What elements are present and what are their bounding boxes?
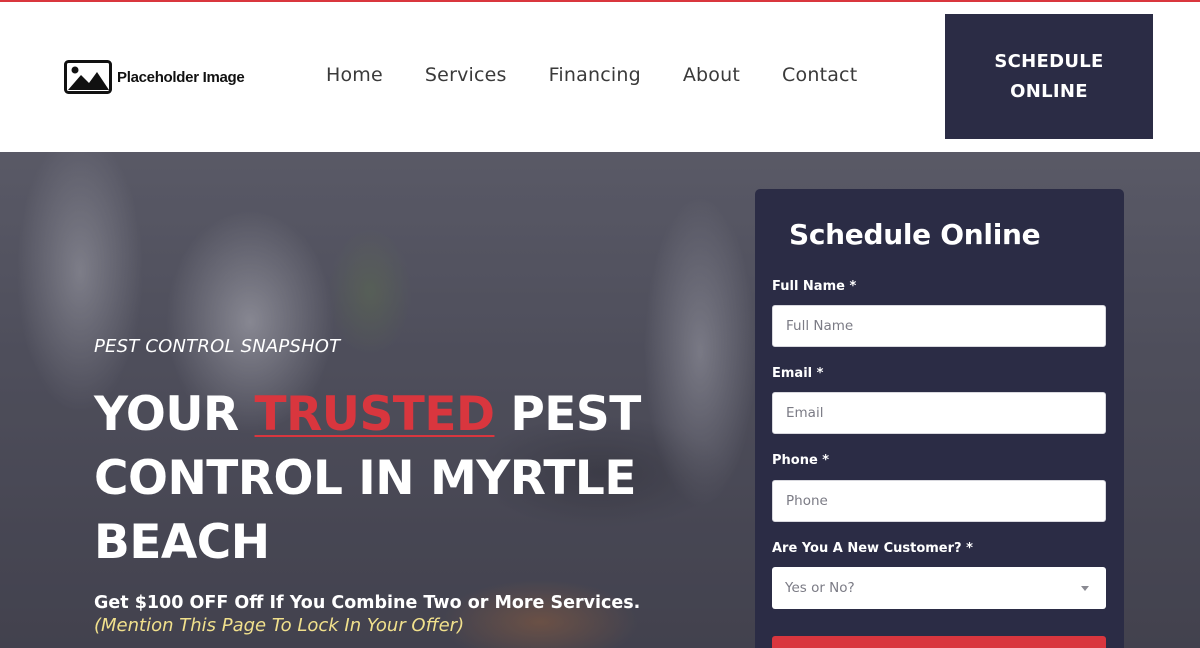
headline-accent: TRUSTED (254, 387, 495, 442)
logo[interactable]: Placeholder Image (64, 60, 245, 94)
phone-input[interactable] (772, 480, 1106, 522)
full-name-input[interactable] (772, 305, 1106, 347)
form-title: Schedule Online (789, 218, 1041, 251)
email-label: Email * (772, 366, 824, 381)
schedule-form: Schedule Online Full Name * Email * Phon… (755, 189, 1124, 648)
schedule-online-button[interactable]: SCHEDULE ONLINE (945, 14, 1153, 139)
headline-prefix: YOUR (94, 387, 255, 442)
nav-about[interactable]: About (683, 64, 740, 86)
submit-button[interactable] (772, 636, 1106, 648)
hero-mention: (Mention This Page To Lock In Your Offer… (94, 615, 465, 636)
new-customer-select[interactable]: Yes or No? (772, 567, 1106, 609)
new-customer-selected-value: Yes or No? (785, 580, 855, 596)
hero-offer: Get $100 OFF Off If You Combine Two or M… (94, 593, 641, 613)
email-input[interactable] (772, 392, 1106, 434)
schedule-online-button-label: SCHEDULE ONLINE (994, 50, 1104, 102)
main-nav: Home Services Financing About Contact (326, 64, 857, 86)
full-name-label: Full Name * (772, 279, 857, 294)
logo-text: Placeholder Image (117, 68, 245, 86)
chevron-down-icon (1081, 585, 1089, 591)
hero-headline: YOUR TRUSTED PEST CONTROL IN MYRTLE BEAC… (94, 383, 654, 575)
phone-label: Phone * (772, 453, 830, 468)
nav-home[interactable]: Home (326, 64, 383, 86)
new-customer-label: Are You A New Customer? * (772, 541, 973, 556)
image-icon (64, 60, 112, 94)
nav-contact[interactable]: Contact (782, 64, 857, 86)
hero-eyebrow: PEST CONTROL SNAPSHOT (94, 336, 341, 357)
site-header: Placeholder Image Home Services Financin… (0, 2, 1200, 152)
nav-services[interactable]: Services (425, 64, 507, 86)
hero-content: PEST CONTROL SNAPSHOT YOUR TRUSTED PEST … (94, 336, 714, 636)
nav-financing[interactable]: Financing (549, 64, 641, 86)
